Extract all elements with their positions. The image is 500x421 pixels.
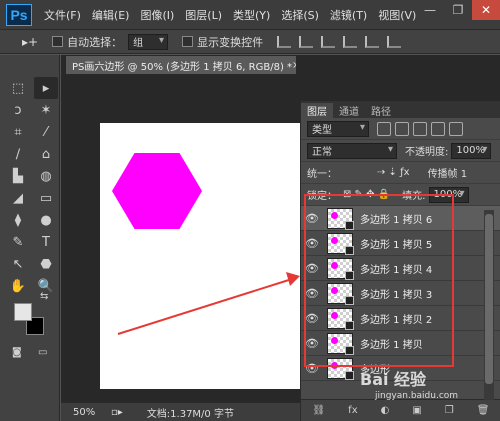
annotation-arrow-icon — [117, 272, 300, 335]
watermark-url: jingyan.baidu.com — [375, 391, 459, 401]
watermark-logo: Bai 经验 — [360, 370, 427, 389]
